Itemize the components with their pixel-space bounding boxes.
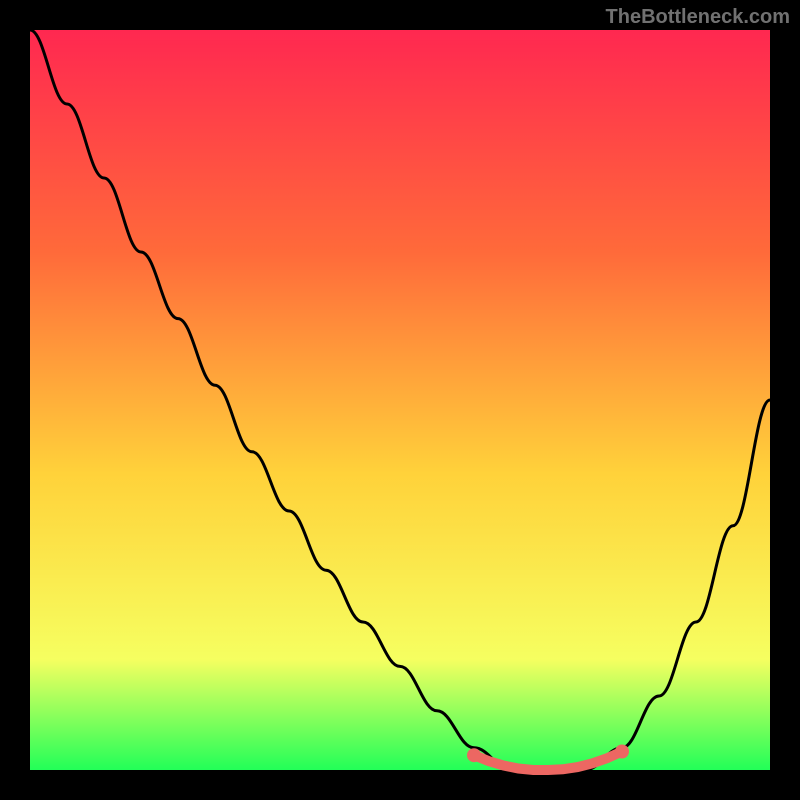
chart-container: TheBottleneck.com — [0, 0, 800, 800]
watermark-text: TheBottleneck.com — [606, 6, 790, 29]
bottleneck-chart — [0, 0, 800, 800]
optimum-band-endpoint — [615, 745, 629, 759]
gradient-background — [30, 30, 770, 770]
optimum-band-endpoint — [467, 748, 481, 762]
